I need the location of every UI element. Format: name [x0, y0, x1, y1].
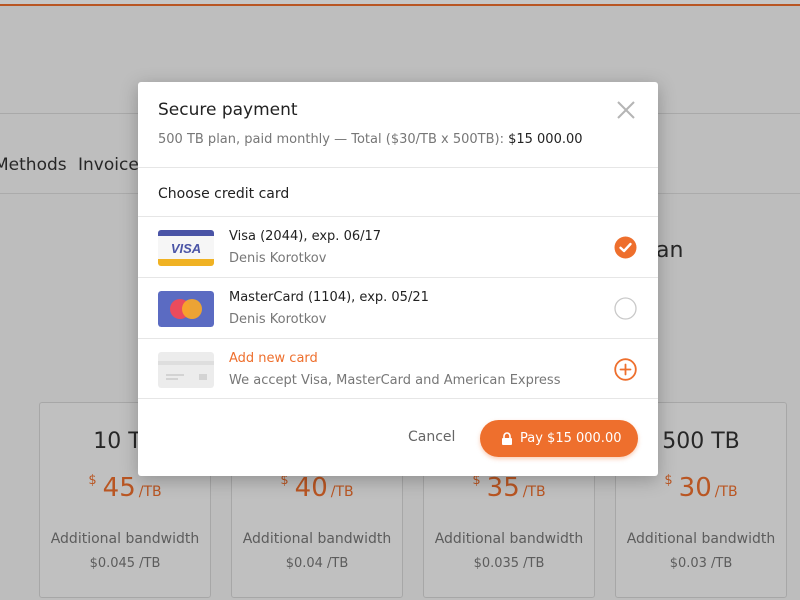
checkmark-circle-icon [614, 236, 637, 259]
cancel-button[interactable]: Cancel [408, 429, 455, 445]
card-option-mastercard[interactable]: MasterCard (1104), exp. 05/21 Denis Koro… [138, 277, 658, 338]
visa-card-icon: VISA [158, 230, 214, 266]
card-option-visa[interactable]: VISA Visa (2044), exp. 06/17 Denis Korot… [138, 216, 658, 277]
plus-circle-icon [614, 358, 637, 381]
close-button[interactable] [616, 100, 636, 120]
blank-card-icon [158, 352, 214, 388]
payment-modal: Secure payment 500 TB plan, paid monthly… [138, 82, 658, 476]
modal-title: Secure payment [158, 100, 298, 120]
card-title: MasterCard (1104), exp. 05/21 [229, 290, 429, 305]
close-icon [617, 101, 635, 119]
mastercard-card-icon [158, 291, 214, 327]
plan-summary: 500 TB plan, paid monthly — Total ($30/T… [158, 132, 504, 147]
card-title: Visa (2044), exp. 06/17 [229, 229, 382, 244]
accepted-cards-note: We accept Visa, MasterCard and American … [229, 373, 561, 388]
lock-icon [502, 432, 512, 445]
card-radio-unselected[interactable] [614, 297, 637, 320]
card-holder: Denis Korotkov [229, 312, 327, 327]
modal-subtitle: 500 TB plan, paid monthly — Total ($30/T… [158, 132, 583, 147]
choose-card-heading: Choose credit card [158, 186, 290, 202]
add-new-card-option[interactable]: Add new card We accept Visa, MasterCard … [138, 338, 658, 399]
total-amount: $15 000.00 [508, 132, 583, 147]
pay-button[interactable]: Pay $15 000.00 [480, 420, 638, 457]
add-new-card-link[interactable]: Add new card [229, 351, 318, 366]
visa-logo-text: VISA [171, 241, 201, 256]
add-card-button[interactable] [614, 358, 637, 381]
modal-header: Secure payment 500 TB plan, paid monthly… [138, 82, 658, 168]
card-radio-selected[interactable] [614, 236, 637, 259]
card-holder: Denis Korotkov [229, 251, 327, 266]
pay-button-label: Pay $15 000.00 [520, 431, 622, 446]
radio-empty-icon [614, 297, 637, 320]
